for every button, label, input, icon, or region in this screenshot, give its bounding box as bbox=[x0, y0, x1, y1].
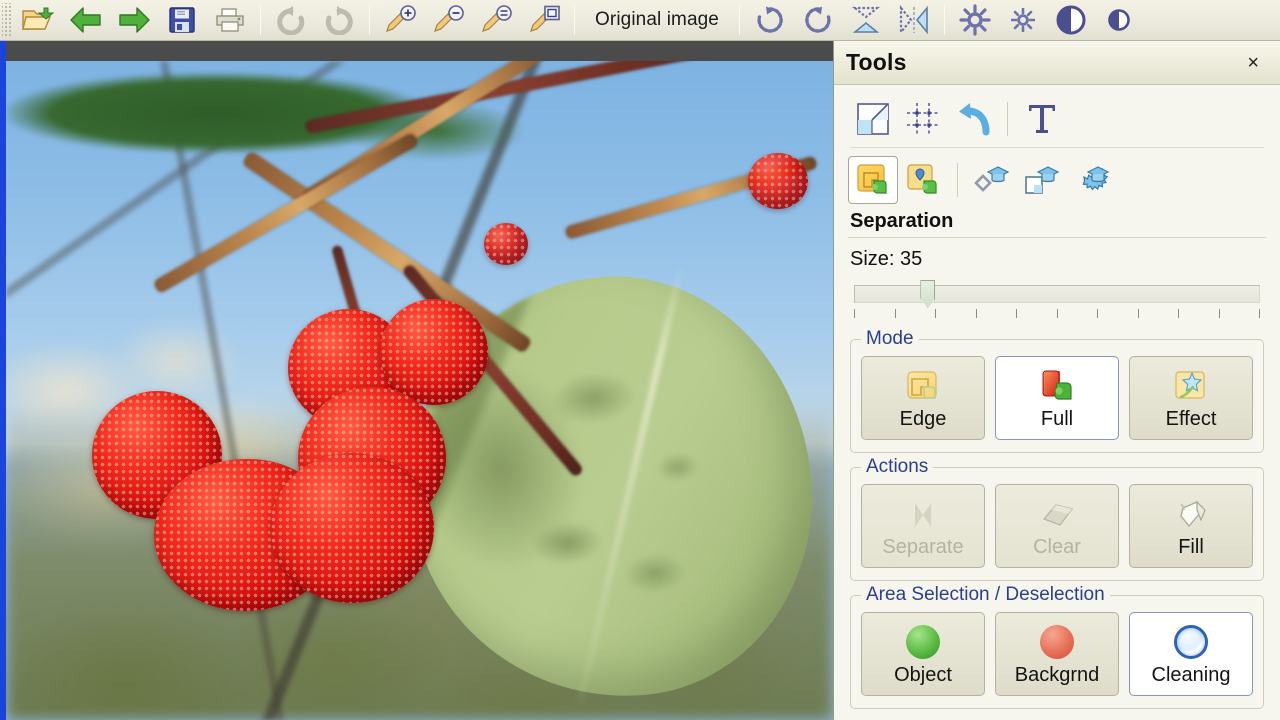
slider-track[interactable] bbox=[854, 285, 1260, 303]
cap-auto-tool-icon[interactable] bbox=[1067, 156, 1117, 204]
tool-row-separator bbox=[957, 163, 958, 197]
separation-size-slider[interactable] bbox=[850, 280, 1264, 325]
separate-label: Separate bbox=[882, 535, 964, 558]
panel-divider bbox=[850, 147, 1264, 148]
separation-heading: Separation bbox=[850, 210, 954, 232]
undo-arrow-tool-icon[interactable] bbox=[948, 95, 998, 143]
eraser-icon bbox=[1038, 494, 1076, 534]
area-selection-legend: Area Selection / Deselection bbox=[861, 584, 1110, 606]
actions-button-row: Separate Clear Fill bbox=[861, 484, 1253, 568]
lightning-icon bbox=[906, 494, 940, 534]
fill-label: Fill bbox=[1178, 535, 1204, 558]
tool-row-primary bbox=[848, 93, 1266, 145]
background-select-label: Backgrnd bbox=[1014, 663, 1100, 686]
original-image-label: Original image bbox=[595, 9, 719, 30]
photo-berry-6 bbox=[270, 453, 434, 603]
clear-label: Clear bbox=[1033, 535, 1081, 558]
toolbar-grip[interactable] bbox=[2, 3, 11, 37]
cleaning-select-label: Cleaning bbox=[1151, 663, 1231, 686]
arrow-right-icon[interactable] bbox=[110, 1, 158, 40]
zoom-in-icon[interactable] bbox=[376, 1, 424, 40]
open-file-icon[interactable] bbox=[14, 1, 62, 40]
toolbar-separator bbox=[260, 5, 261, 35]
area-selection-group: Area Selection / Deselection Object Back… bbox=[850, 584, 1264, 709]
separation-size-label: Size: 35 bbox=[850, 248, 923, 270]
actions-legend: Actions bbox=[861, 456, 934, 478]
separation-underline bbox=[848, 237, 1266, 238]
mode-full-label: Full bbox=[1040, 407, 1074, 430]
mode-group: Mode Edge Full Effect bbox=[850, 328, 1264, 453]
toolbar-separator bbox=[944, 5, 945, 35]
toolbar-separator bbox=[369, 5, 370, 35]
edge-puzzle-icon bbox=[905, 366, 941, 406]
cleaning-select-button[interactable]: Cleaning bbox=[1129, 612, 1253, 696]
contrast-fine-icon[interactable] bbox=[1095, 1, 1143, 40]
rotate-ccw-icon[interactable] bbox=[794, 1, 842, 40]
contrast-icon[interactable] bbox=[1047, 1, 1095, 40]
perspective-tool-icon[interactable] bbox=[848, 95, 898, 143]
panel-title: Tools bbox=[846, 49, 907, 75]
mode-legend: Mode bbox=[861, 328, 919, 350]
photo-image[interactable] bbox=[6, 61, 833, 720]
photo-berry-7 bbox=[748, 153, 808, 209]
tools-panel: Tools × Separation Size: 35 Mode Edge Fu… bbox=[833, 41, 1280, 720]
crop-grid-tool-icon[interactable] bbox=[898, 95, 948, 143]
slider-thumb[interactable] bbox=[920, 280, 936, 308]
cap-clear-tool-icon[interactable] bbox=[967, 156, 1017, 204]
background-select-button[interactable]: Backgrnd bbox=[995, 612, 1119, 696]
slider-ticks bbox=[854, 309, 1260, 321]
object-select-label: Object bbox=[894, 663, 952, 686]
object-marker-tool-icon[interactable] bbox=[898, 156, 948, 204]
cap-learn-tool-icon[interactable] bbox=[1017, 156, 1067, 204]
blue-ring-icon bbox=[1174, 622, 1208, 662]
area-selection-button-row: Object Backgrnd Cleaning bbox=[861, 612, 1253, 696]
tool-row-separation bbox=[848, 154, 1266, 206]
save-icon[interactable] bbox=[158, 1, 206, 40]
fill-button[interactable]: Fill bbox=[1129, 484, 1253, 568]
close-icon[interactable]: × bbox=[1242, 51, 1264, 75]
rotate-cw-icon[interactable] bbox=[746, 1, 794, 40]
zoom-out-icon[interactable] bbox=[424, 1, 472, 40]
main-toolbar: Original image bbox=[0, 0, 1280, 41]
red-circle-icon bbox=[1040, 622, 1074, 662]
zoom-fit-icon[interactable] bbox=[472, 1, 520, 40]
tools-panel-body: Separation Size: 35 Mode Edge Full Effec… bbox=[834, 85, 1280, 709]
print-icon[interactable] bbox=[206, 1, 254, 40]
zoom-actual-icon[interactable] bbox=[520, 1, 568, 40]
full-puzzle-icon bbox=[1039, 366, 1075, 406]
object-select-button[interactable]: Object bbox=[861, 612, 985, 696]
undo-icon[interactable] bbox=[267, 1, 315, 40]
green-circle-icon bbox=[906, 622, 940, 662]
separation-tool-icon[interactable] bbox=[848, 156, 898, 204]
text-tool-icon[interactable] bbox=[1017, 95, 1067, 143]
toolbar-separator bbox=[574, 5, 575, 35]
photo-leaf-midrib bbox=[575, 263, 685, 708]
mode-full-button[interactable]: Full bbox=[995, 356, 1119, 440]
separate-button[interactable]: Separate bbox=[861, 484, 985, 568]
mode-edge-label: Edge bbox=[899, 407, 947, 430]
mode-effect-label: Effect bbox=[1165, 407, 1217, 430]
mode-effect-button[interactable]: Effect bbox=[1129, 356, 1253, 440]
photo-berry-2 bbox=[380, 299, 488, 405]
toolbar-separator bbox=[739, 5, 740, 35]
redo-icon[interactable] bbox=[315, 1, 363, 40]
flip-horizontal-icon[interactable] bbox=[890, 1, 938, 40]
mode-edge-button[interactable]: Edge bbox=[861, 356, 985, 440]
mode-button-row: Edge Full Effect bbox=[861, 356, 1253, 440]
image-canvas-area[interactable] bbox=[0, 41, 833, 720]
brightness-icon[interactable] bbox=[951, 1, 999, 40]
photo-berry-8 bbox=[484, 223, 528, 265]
tool-row-separator bbox=[1007, 102, 1008, 136]
arrow-left-icon[interactable] bbox=[62, 1, 110, 40]
effect-sparkle-icon bbox=[1173, 366, 1209, 406]
brightness-fine-icon[interactable] bbox=[999, 1, 1047, 40]
paint-bucket-icon bbox=[1173, 494, 1209, 534]
clear-button[interactable]: Clear bbox=[995, 484, 1119, 568]
actions-group: Actions Separate Clear Fill bbox=[850, 456, 1264, 581]
flip-vertical-icon[interactable] bbox=[842, 1, 890, 40]
tools-panel-titlebar[interactable]: Tools × bbox=[834, 41, 1280, 85]
application-window: Original image Tools × Separation Size: … bbox=[0, 0, 1280, 720]
